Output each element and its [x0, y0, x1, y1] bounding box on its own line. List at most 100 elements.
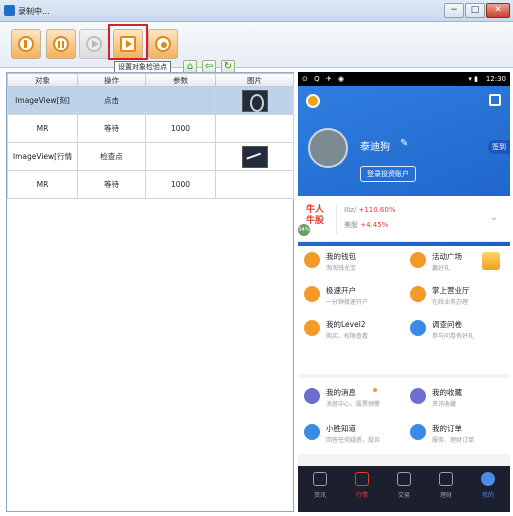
menu-item-title: 我的收藏: [432, 388, 462, 397]
menu-item-messages[interactable]: 我的消息 消息中心、股票预警: [298, 382, 404, 414]
divider: [336, 204, 337, 234]
menu-item-title: 我的钱包: [326, 252, 356, 261]
menu-item-orders[interactable]: 我的订单 服务、理财订单: [404, 418, 510, 450]
menu-item-subtitle: 在线业务办理: [432, 299, 469, 306]
window-title: 录制中...: [18, 7, 50, 16]
nav-label: 我的: [481, 492, 494, 499]
toolbar: ⌂ ⇦ ↻: [0, 22, 513, 74]
menu-item-wallet[interactable]: 我的钱包 淘淘钱允宝: [298, 246, 404, 278]
device-screen: ⊙ Q ✈ ◉ ▾ ▮ 12:30 泰迪狗 ✎ 签到 登录投资账户 牛人 牛股 …: [298, 72, 510, 512]
android-status-bar: ⊙ Q ✈ ◉ ▾ ▮ 12:30: [298, 72, 510, 86]
scan-icon[interactable]: [489, 94, 501, 106]
close-button[interactable]: ✕: [486, 3, 510, 18]
table-row[interactable]: ImageView[行情 检查点: [7, 142, 294, 171]
cell-image: [215, 142, 294, 171]
market-chart-icon: [355, 472, 369, 486]
chevron-down-icon[interactable]: ⌄: [490, 212, 498, 223]
step-table: 对象 操作 参数 图片 ImageView[刻] 点击 MR 等待 1000 I…: [6, 72, 294, 512]
app-logo-icon[interactable]: [306, 94, 320, 108]
menu-item-subtitle: 赢好礼: [432, 265, 451, 272]
gift-icon: [482, 252, 500, 270]
nav-label: 行情: [355, 492, 368, 499]
lamp-button[interactable]: [148, 29, 178, 59]
cell-param: 1000: [145, 114, 216, 143]
title-bar: 录制中... − □ ✕: [0, 0, 513, 22]
nav-label: 交易: [397, 492, 410, 499]
mobile-hall-icon: [410, 286, 426, 302]
menu-item-subtitle: 回答任何疑惑，投诉: [326, 437, 381, 444]
messages-icon: [304, 388, 320, 404]
table-row[interactable]: MR 等待 1000: [7, 170, 294, 199]
survey-icon: [410, 320, 426, 336]
menu-item-title: 我的消息: [326, 388, 356, 397]
notification-dot: [373, 388, 377, 392]
nav-trade[interactable]: 交易: [384, 472, 424, 499]
cell-image: [215, 114, 294, 143]
menu-item-title: 掌上营业厅: [432, 286, 470, 295]
menu-item-favorites[interactable]: 我的收藏 资讯收藏: [404, 382, 510, 414]
trade-icon: [397, 472, 411, 486]
col-header-object[interactable]: 对象: [7, 73, 78, 87]
favorites-icon: [410, 388, 426, 404]
activity-icon: [410, 252, 426, 268]
nav-mine[interactable]: 我的: [468, 472, 508, 499]
power-icon: [18, 36, 34, 52]
menu-grid-secondary: 我的消息 消息中心、股票预警 我的收藏 资讯收藏 小胜知道 回答任何疑惑，投诉 …: [298, 378, 510, 454]
cell-param: [145, 142, 216, 171]
level2-icon: [304, 320, 320, 336]
col-header-image[interactable]: 图片: [215, 73, 294, 87]
menu-item-title: 小胜知道: [326, 424, 356, 433]
wallet-icon: [304, 252, 320, 268]
market-label-us: 美股: [344, 221, 358, 229]
menu-item-level2[interactable]: 我的Level2 购买、权限查看: [298, 314, 404, 346]
menu-item-title: 调查问卷: [432, 320, 462, 329]
table-row[interactable]: MR 等待 1000: [7, 114, 294, 143]
power-button[interactable]: [11, 29, 41, 59]
market-row-us: 美股 +4.45%: [344, 220, 388, 230]
menu-item-subtitle: 服务、理财订单: [432, 437, 475, 444]
play-icon: [86, 36, 102, 52]
pause-icon: [53, 36, 69, 52]
menu-item-survey[interactable]: 调查问卷 参与问卷有好礼: [404, 314, 510, 346]
signin-button[interactable]: 签到: [488, 140, 510, 154]
pause-button[interactable]: [46, 29, 76, 59]
menu-item-title: 我的Level2: [326, 320, 366, 329]
niuren-logo: 牛人 牛股: [306, 205, 325, 226]
menu-item-faq[interactable]: 小胜知道 回答任何疑惑，投诉: [298, 418, 404, 450]
menu-item-mobile-hall[interactable]: 掌上营业厅 在线业务办理: [404, 280, 510, 312]
play-button[interactable]: [79, 29, 109, 59]
nav-market[interactable]: 行情: [342, 472, 382, 499]
menu-item-title: 极速开户: [326, 286, 356, 295]
cell-param: [145, 86, 216, 115]
menu-item-subtitle: 消息中心、股票预警: [326, 401, 381, 408]
market-value-a: +110.60%: [358, 206, 396, 214]
col-header-action[interactable]: 操作: [77, 73, 146, 87]
cell-object: ImageView[行情: [7, 142, 78, 171]
trend-thumbnail: [241, 145, 268, 168]
minimize-button[interactable]: −: [444, 3, 464, 18]
menu-item-title: 活动广场: [432, 252, 462, 261]
user-name: 泰迪狗: [360, 142, 390, 153]
market-card[interactable]: 牛人 牛股 34% IIIz/ +110.60% 美股 +4.45% ⌄: [298, 196, 510, 242]
menu-item-open-account[interactable]: 极速开户 一分钟极速开户: [298, 280, 404, 312]
avatar[interactable]: [308, 128, 348, 168]
nav-finance[interactable]: 理财: [426, 472, 466, 499]
menu-item-subtitle: 购买、权限查看: [326, 333, 369, 340]
app-icon: [4, 5, 15, 16]
edit-icon[interactable]: ✎: [400, 138, 408, 149]
cell-image: [215, 86, 294, 115]
table-row[interactable]: ImageView[刻] 点击: [7, 86, 294, 115]
cell-action: 等待: [77, 114, 146, 143]
cell-image: [215, 170, 294, 199]
cell-object: MR: [7, 114, 78, 143]
status-time: 12:30: [485, 75, 506, 83]
nav-label: 资讯: [313, 492, 326, 499]
nav-news[interactable]: 资讯: [300, 472, 340, 499]
login-account-button[interactable]: 登录投资账户: [360, 166, 416, 182]
finance-icon: [439, 472, 453, 486]
cell-action: 检查点: [77, 142, 146, 171]
menu-item-activity[interactable]: 活动广场 赢好礼: [404, 246, 510, 278]
col-header-param[interactable]: 参数: [145, 73, 216, 87]
bottom-navigation: 资讯 行情 交易 理财 我的: [298, 466, 510, 512]
maximize-button[interactable]: □: [465, 3, 485, 18]
